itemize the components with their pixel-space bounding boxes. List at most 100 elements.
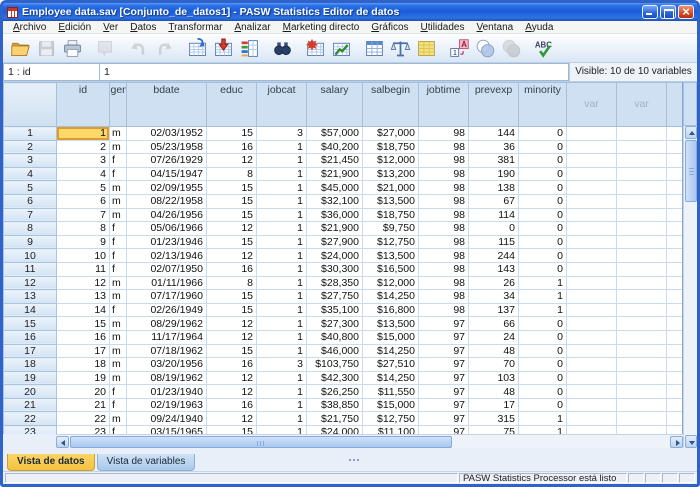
cell[interactable]: 9 xyxy=(57,235,110,249)
cell[interactable]: 01/23/1946 xyxy=(127,235,207,249)
cell[interactable]: f xyxy=(110,222,127,236)
cell[interactable] xyxy=(667,276,683,290)
cell[interactable]: $15,000 xyxy=(363,398,419,412)
cell[interactable] xyxy=(617,181,667,195)
cell[interactable]: 3 xyxy=(257,358,307,372)
minimize-button[interactable] xyxy=(642,5,658,19)
cell[interactable]: 1 xyxy=(519,412,567,426)
cell[interactable]: 48 xyxy=(469,344,519,358)
cell[interactable]: 1 xyxy=(257,181,307,195)
cell[interactable]: 16 xyxy=(207,262,257,276)
cell[interactable]: 1 xyxy=(257,235,307,249)
cell[interactable]: $14,250 xyxy=(363,290,419,304)
cell[interactable]: 67 xyxy=(469,194,519,208)
maximize-button[interactable] xyxy=(660,5,676,19)
cell[interactable]: 1 xyxy=(257,208,307,222)
cell[interactable] xyxy=(667,344,683,358)
menu-archivo[interactable]: Archivo xyxy=(7,21,52,34)
cell[interactable] xyxy=(617,222,667,236)
row-header-13[interactable]: 13 xyxy=(4,290,57,304)
cell[interactable]: 97 xyxy=(419,371,469,385)
cell[interactable]: 0 xyxy=(469,222,519,236)
cell[interactable]: 0 xyxy=(519,140,567,154)
row-header-19[interactable]: 19 xyxy=(4,371,57,385)
cell[interactable]: $27,510 xyxy=(363,358,419,372)
scroll-right-button[interactable] xyxy=(670,436,683,448)
cell[interactable]: 114 xyxy=(469,208,519,222)
column-header-var[interactable]: var xyxy=(567,83,617,127)
cell[interactable]: 04/26/1956 xyxy=(127,208,207,222)
cell[interactable] xyxy=(567,167,617,181)
row-header-5[interactable]: 5 xyxy=(4,181,57,195)
cell[interactable]: $16,800 xyxy=(363,303,419,317)
row-header-9[interactable]: 9 xyxy=(4,235,57,249)
cell[interactable] xyxy=(567,317,617,331)
cell[interactable]: f xyxy=(110,249,127,263)
cell[interactable]: $13,500 xyxy=(363,317,419,331)
cell[interactable]: 05/06/1966 xyxy=(127,222,207,236)
cell[interactable]: 01/23/1940 xyxy=(127,385,207,399)
cell[interactable]: 1 xyxy=(257,317,307,331)
cell[interactable]: 8 xyxy=(207,167,257,181)
cell[interactable] xyxy=(667,317,683,331)
cell[interactable]: f xyxy=(110,154,127,168)
cell[interactable]: 10 xyxy=(57,249,110,263)
tab-vista-de-datos[interactable]: Vista de datos xyxy=(7,454,95,471)
find-icon[interactable] xyxy=(269,35,295,61)
cell[interactable]: 1 xyxy=(257,398,307,412)
cell[interactable] xyxy=(667,235,683,249)
cell[interactable]: 15 xyxy=(207,235,257,249)
cell[interactable]: 98 xyxy=(419,235,469,249)
menu-transformar[interactable]: Transformar xyxy=(162,21,228,34)
cell[interactable]: 11 xyxy=(57,262,110,276)
cell[interactable]: f xyxy=(110,385,127,399)
horizontal-scrollbar[interactable] xyxy=(56,434,683,448)
row-header-15[interactable]: 15 xyxy=(4,317,57,331)
cell[interactable]: 18 xyxy=(57,358,110,372)
cell[interactable]: $21,450 xyxy=(307,154,363,168)
split-file-icon[interactable] xyxy=(361,35,387,61)
cell[interactable]: 15 xyxy=(207,290,257,304)
cell[interactable]: 98 xyxy=(419,194,469,208)
cell[interactable]: 15 xyxy=(207,194,257,208)
row-header-12[interactable]: 12 xyxy=(4,276,57,290)
cell[interactable]: $12,000 xyxy=(363,276,419,290)
cell[interactable]: 98 xyxy=(419,181,469,195)
cell[interactable]: 8 xyxy=(57,222,110,236)
cell[interactable]: m xyxy=(110,317,127,331)
cell[interactable]: 11/17/1964 xyxy=(127,330,207,344)
cell[interactable]: 1 xyxy=(257,222,307,236)
cell[interactable]: 0 xyxy=(519,208,567,222)
insert-variable-icon[interactable] xyxy=(328,35,354,61)
cell[interactable]: 98 xyxy=(419,276,469,290)
cell[interactable] xyxy=(567,303,617,317)
row-header-17[interactable]: 17 xyxy=(4,344,57,358)
cell[interactable] xyxy=(567,358,617,372)
cell[interactable] xyxy=(667,303,683,317)
cell[interactable]: 15 xyxy=(207,303,257,317)
menu-analizar[interactable]: Analizar xyxy=(228,21,276,34)
cell[interactable] xyxy=(567,181,617,195)
cell[interactable] xyxy=(567,222,617,236)
title-bar[interactable]: Employee data.sav [Conjunto_de_datos1] -… xyxy=(3,3,697,21)
cell[interactable] xyxy=(617,249,667,263)
cell[interactable]: 21 xyxy=(57,398,110,412)
row-header-11[interactable]: 11 xyxy=(4,262,57,276)
cell[interactable]: $13,500 xyxy=(363,194,419,208)
cell[interactable]: 12 xyxy=(57,276,110,290)
cell[interactable] xyxy=(667,385,683,399)
cell[interactable] xyxy=(567,426,617,434)
cell[interactable]: $35,100 xyxy=(307,303,363,317)
cell[interactable]: m xyxy=(110,276,127,290)
cell[interactable] xyxy=(617,262,667,276)
cell[interactable]: 15 xyxy=(207,181,257,195)
cell[interactable]: m xyxy=(110,140,127,154)
cell[interactable] xyxy=(567,290,617,304)
cell[interactable]: $24,000 xyxy=(307,426,363,434)
column-header-gender[interactable]: gender xyxy=(110,83,127,127)
cell[interactable]: 1 xyxy=(519,303,567,317)
cell[interactable]: 1 xyxy=(257,426,307,434)
cell[interactable] xyxy=(617,358,667,372)
cell[interactable]: 97 xyxy=(419,358,469,372)
cell[interactable]: 144 xyxy=(469,127,519,141)
